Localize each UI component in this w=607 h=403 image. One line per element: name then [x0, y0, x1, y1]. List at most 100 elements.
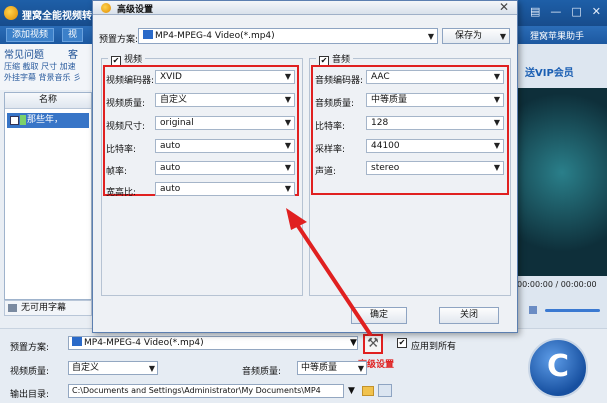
output-dir-label: 输出目录:	[10, 390, 50, 400]
video-quality-select[interactable]: 自定义 ▼	[155, 93, 295, 107]
video-tab-button[interactable]: 视	[62, 28, 84, 42]
video-group-label: 视频	[124, 55, 143, 65]
maximize-icon[interactable]: □	[571, 5, 581, 18]
bottom-video-quality-value: 自定义	[72, 363, 100, 373]
close-icon[interactable]: ✕	[592, 5, 601, 18]
list-item[interactable]: 那些年，	[7, 113, 89, 128]
video-aspect-value: auto	[160, 184, 181, 194]
mp4-icon	[143, 30, 153, 39]
subtitle-label: 无可用字幕	[21, 303, 67, 313]
video-encoder-select[interactable]: XVID ▼	[155, 70, 295, 84]
window-controls: ▤ — □ ✕	[530, 5, 601, 18]
convert-button[interactable]: C	[528, 338, 588, 398]
audio-bitrate-label: 比特率:	[315, 122, 346, 132]
video-framerate-value: auto	[160, 163, 181, 173]
edit-tools-row[interactable]: 压缩 截取 尺寸 加速	[4, 61, 76, 72]
audio-bitrate-select[interactable]: 128 ▼	[366, 116, 504, 130]
bottom-video-quality-label: 视频质量:	[10, 367, 50, 377]
chevron-down-icon: ▼	[284, 72, 291, 81]
folder-icon[interactable]	[362, 386, 374, 396]
video-aspect-label: 宽高比:	[106, 188, 137, 198]
audio-channel-select[interactable]: stereo ▼	[366, 161, 504, 175]
video-quality-value: 自定义	[160, 95, 188, 105]
bottom-preset-select[interactable]: MP4-MPEG-4 Video(*.mp4)	[68, 336, 358, 350]
chevron-down-icon: ▼	[499, 32, 506, 41]
audio-channel-value: stereo	[371, 163, 400, 173]
minimize-icon[interactable]: —	[550, 5, 561, 18]
mp4-icon	[72, 337, 82, 346]
audio-samplerate-value: 44100	[371, 141, 400, 151]
audio-encoder-value: AAC	[371, 72, 390, 82]
convert-icon: C	[546, 349, 570, 384]
chevron-down-icon[interactable]: ▼	[348, 386, 355, 396]
audio-channel-label: 声道:	[315, 167, 337, 177]
video-bitrate-select[interactable]: auto ▼	[155, 139, 295, 153]
save-as-label: 保存为	[455, 31, 483, 41]
file-list: 名称 那些年，	[4, 92, 92, 300]
apple-assistant-link[interactable]: 狸窝苹果助手	[530, 29, 584, 42]
advanced-settings-button[interactable]: ⚒	[363, 334, 383, 354]
dialog-title: 高级设置	[117, 5, 154, 15]
audio-encoder-select[interactable]: AAC ▼	[366, 70, 504, 84]
dialog-logo-icon	[101, 3, 111, 13]
bottom-audio-quality-select[interactable]: 中等质量 ▼	[297, 361, 367, 375]
video-size-value: original	[160, 118, 194, 128]
video-framerate-label: 帧率:	[106, 167, 128, 177]
dialog-preset-label: 预置方案:	[99, 35, 139, 45]
output-dir-input[interactable]: C:\Documents and Settings\Administrator\…	[68, 384, 344, 398]
faq-link[interactable]: 常见问题	[4, 46, 44, 61]
chevron-down-icon[interactable]: ▼	[350, 338, 357, 348]
chevron-down-icon: ▼	[493, 95, 500, 104]
chevron-down-icon: ▼	[493, 163, 500, 172]
bottom-preset-value: MP4-MPEG-4 Video(*.mp4)	[84, 338, 204, 348]
video-framerate-select[interactable]: auto ▼	[155, 161, 295, 175]
audio-quality-value: 中等质量	[371, 95, 408, 105]
chevron-down-icon: ▼	[284, 118, 291, 127]
vip-link[interactable]: 送VIP会员	[525, 64, 574, 79]
apply-all-label: 应用到所有	[411, 342, 457, 352]
chevron-down-icon: ▼	[357, 364, 364, 373]
file-list-header[interactable]: 名称	[5, 93, 91, 109]
save-as-button[interactable]: 保存为 ▼	[442, 28, 510, 44]
file-checkbox[interactable]	[10, 116, 19, 125]
subtitle-selector[interactable]: 无可用字幕	[4, 300, 92, 316]
add-video-button[interactable]: 添加视频	[6, 28, 55, 42]
close-button[interactable]: 关闭	[439, 307, 499, 324]
customer-link[interactable]: 客	[68, 46, 78, 61]
subtitle-tools-row[interactable]: 外挂字幕 背景音乐 彡	[4, 72, 81, 83]
app-title: 狸窝全能视频转	[22, 11, 92, 22]
ok-button[interactable]: 确定	[351, 307, 407, 324]
volume-icon[interactable]	[529, 306, 537, 314]
audio-quality-select[interactable]: 中等质量 ▼	[366, 93, 504, 107]
chevron-down-icon: ▼	[493, 72, 500, 81]
video-aspect-select[interactable]: auto ▼	[155, 182, 295, 196]
menu-icon[interactable]: ▤	[530, 5, 540, 18]
open-folder-button[interactable]	[378, 384, 392, 397]
audio-samplerate-select[interactable]: 44100 ▼	[366, 139, 504, 153]
dialog-preset-select[interactable]: MP4-MPEG-4 Video(*.mp4) ▼	[138, 28, 438, 44]
video-size-label: 视频尺寸:	[106, 122, 146, 132]
audio-quality-label: 音频质量:	[315, 99, 355, 109]
tools-icon: ⚒	[367, 336, 379, 351]
audio-group-title[interactable]: ✔ 音频	[316, 52, 354, 66]
video-bitrate-value: auto	[160, 141, 181, 151]
video-group-title[interactable]: ✔ 视频	[108, 52, 146, 66]
video-size-select[interactable]: original ▼	[155, 116, 295, 130]
apply-all-checkbox[interactable]: ✔	[397, 338, 407, 348]
file-icon	[20, 115, 26, 125]
bottom-audio-quality-value: 中等质量	[301, 363, 338, 373]
bottom-audio-quality-label: 音频质量:	[242, 367, 282, 377]
audio-group-label: 音频	[332, 55, 351, 65]
chevron-down-icon: ▼	[427, 32, 434, 41]
volume-slider[interactable]	[545, 309, 600, 312]
chevron-down-icon: ▼	[284, 95, 291, 104]
playback-time: 00:00:00 / 00:00:00	[517, 280, 597, 289]
chevron-down-icon: ▼	[493, 141, 500, 150]
audio-encoder-label: 音频编码器:	[315, 76, 364, 86]
bottom-preset-label: 预置方案:	[10, 343, 50, 353]
video-quality-label: 视频质量:	[106, 99, 146, 109]
dialog-close-icon[interactable]: ✕	[499, 0, 509, 14]
bottom-video-quality-select[interactable]: 自定义 ▼	[68, 361, 158, 375]
chevron-down-icon: ▼	[148, 364, 155, 373]
dialog-titlebar: 高级设置 ✕	[93, 0, 517, 15]
